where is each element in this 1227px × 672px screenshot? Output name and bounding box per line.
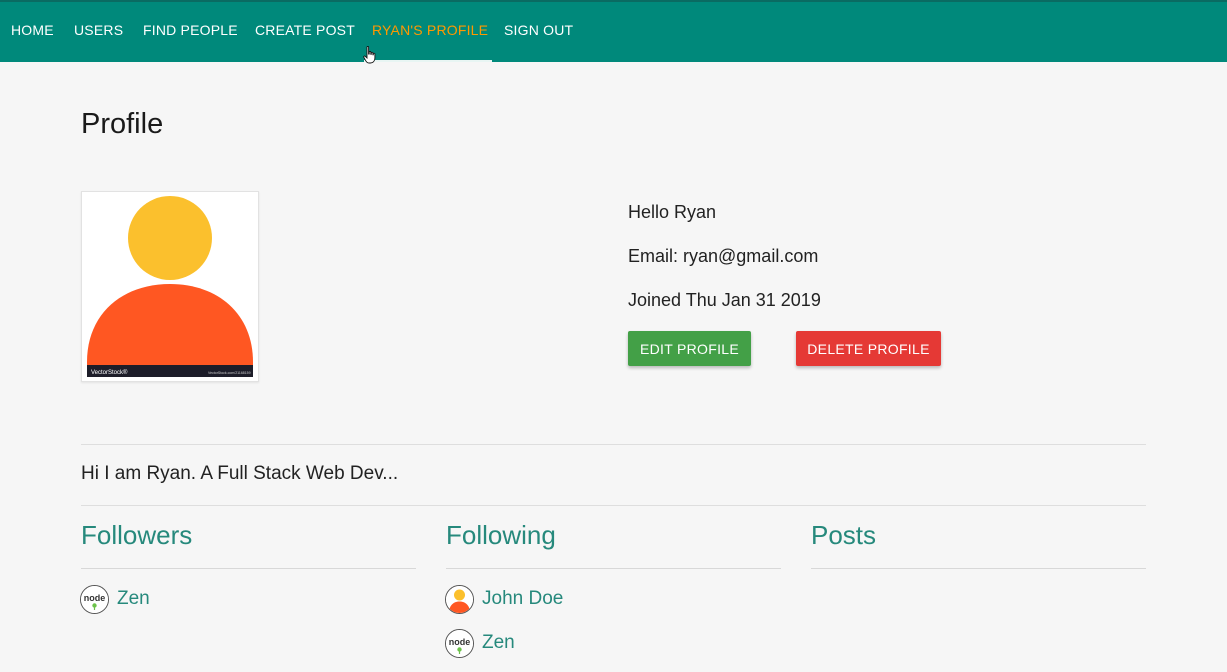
svg-text:node: node — [449, 637, 471, 647]
svg-text:node: node — [84, 593, 106, 603]
nav-users[interactable]: USERS — [74, 22, 123, 38]
node-logo-icon: node — [80, 584, 109, 614]
following-rule — [446, 568, 781, 569]
nav-create-post[interactable]: CREATE POST — [255, 22, 355, 38]
nav-sign-out[interactable]: SIGN OUT — [504, 22, 573, 38]
hand-cursor-icon — [363, 46, 376, 64]
posts-rule — [811, 568, 1146, 569]
default-user-icon — [445, 584, 474, 614]
about-text: Hi I am Ryan. A Full Stack Web Dev... — [81, 463, 399, 484]
divider-bottom — [81, 505, 1146, 506]
nav-my-profile[interactable]: RYAN'S PROFILE — [372, 22, 488, 38]
following-heading: Following — [446, 520, 556, 550]
avatar-watermark-left: VectorStock® — [91, 369, 128, 376]
active-tab-indicator — [364, 60, 492, 62]
nav-find-people[interactable]: FIND PEOPLE — [143, 22, 238, 38]
following-name[interactable]: Zen — [482, 632, 515, 654]
followers-heading: Followers — [81, 520, 193, 550]
following-item[interactable]: node Zen — [445, 628, 515, 658]
top-navbar: HOME USERS FIND PEOPLE CREATE POST RYAN'… — [0, 0, 1227, 62]
greeting-text: Hello Ryan — [628, 202, 717, 222]
email-text: Email: ryan@gmail.com — [628, 246, 819, 266]
profile-avatar: VectorStock® VectorStock.com/21168159 — [81, 191, 259, 382]
delete-profile-button[interactable]: DELETE PROFILE — [796, 331, 941, 366]
joined-date-text: Joined Thu Jan 31 2019 — [628, 290, 821, 310]
nav-home[interactable]: HOME — [11, 22, 54, 38]
node-logo-icon: node — [445, 628, 474, 658]
follower-item[interactable]: node Zen — [80, 584, 150, 614]
avatar-watermark-right: VectorStock.com/21168159 — [208, 371, 251, 375]
page-title: Profile — [81, 108, 164, 140]
followers-rule — [81, 568, 416, 569]
edit-profile-button[interactable]: EDIT PROFILE — [628, 331, 751, 366]
following-name[interactable]: John Doe — [482, 588, 563, 610]
divider-top — [81, 444, 1146, 445]
default-user-avatar-icon: VectorStock® VectorStock.com/21168159 — [82, 192, 258, 381]
following-item[interactable]: John Doe — [445, 584, 563, 614]
follower-name[interactable]: Zen — [117, 588, 150, 610]
posts-heading: Posts — [811, 520, 877, 550]
